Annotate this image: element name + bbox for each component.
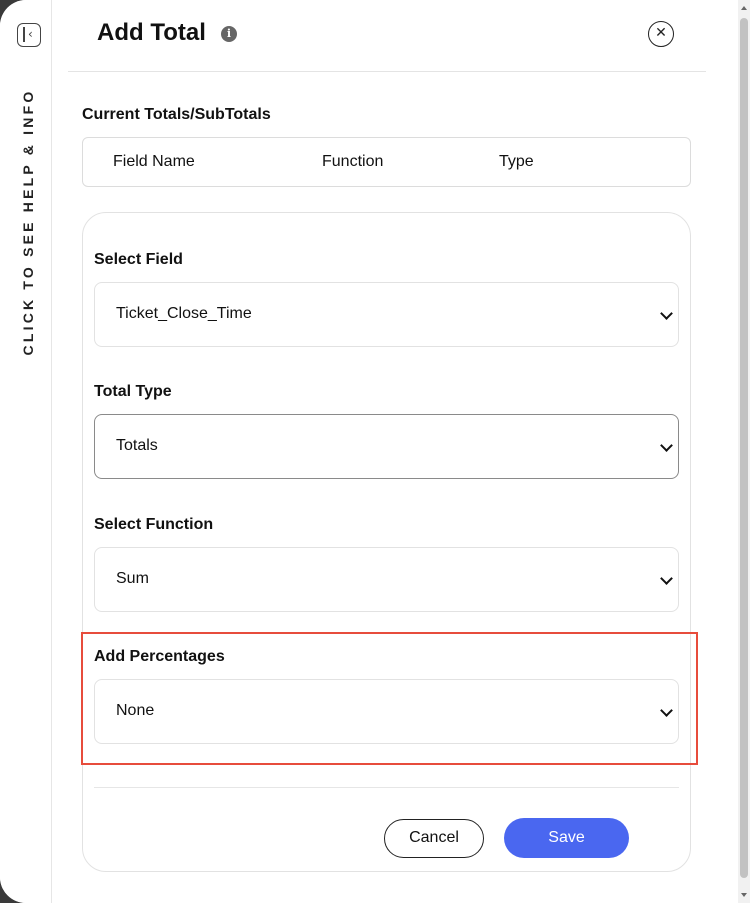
save-button[interactable]: Save — [504, 818, 629, 858]
dialog-title: Add Total — [97, 19, 206, 46]
select-field-dropdown[interactable]: Ticket_Close_Time — [94, 282, 679, 347]
close-icon[interactable]: ✕ — [648, 21, 674, 47]
chevron-down-icon — [660, 572, 673, 585]
add-total-panel: ‹ CLICK TO SEE HELP & INFO Add Total i ✕… — [0, 0, 750, 903]
add-percentages-dropdown[interactable]: None — [94, 679, 679, 744]
scrollbar-thumb[interactable] — [740, 18, 748, 878]
total-type-dropdown[interactable]: Totals — [94, 414, 679, 479]
scroll-up-arrow-icon[interactable] — [741, 6, 747, 10]
select-function-dropdown[interactable]: Sum — [94, 547, 679, 612]
select-field-label: Select Field — [94, 251, 183, 268]
chevron-down-icon — [660, 704, 673, 717]
scroll-down-arrow-icon[interactable] — [741, 893, 747, 897]
select-field-value: Ticket_Close_Time — [116, 305, 252, 322]
total-type-value: Totals — [116, 437, 158, 454]
select-function-label: Select Function — [94, 516, 214, 533]
form-divider — [94, 787, 679, 788]
column-header-function: Function — [322, 153, 384, 170]
vertical-scrollbar[interactable] — [738, 0, 750, 903]
add-percentages-label: Add Percentages — [94, 648, 225, 665]
current-totals-table: Field Name Function Type — [82, 137, 691, 187]
add-percentages-value: None — [116, 702, 155, 719]
collapse-panel-icon[interactable]: ‹ — [17, 23, 41, 47]
chevron-down-icon — [660, 439, 673, 452]
select-function-value: Sum — [116, 570, 149, 587]
column-header-type: Type — [499, 153, 534, 170]
total-type-label: Total Type — [94, 383, 172, 400]
current-totals-heading: Current Totals/SubTotals — [82, 106, 271, 123]
help-info-toggle[interactable]: CLICK TO SEE HELP & INFO — [20, 89, 36, 356]
header-divider — [68, 71, 706, 72]
column-header-field-name: Field Name — [113, 153, 195, 170]
cancel-button[interactable]: Cancel — [384, 819, 484, 858]
chevron-down-icon — [660, 307, 673, 320]
info-icon[interactable]: i — [221, 26, 237, 42]
help-rail: ‹ CLICK TO SEE HELP & INFO — [0, 0, 52, 903]
